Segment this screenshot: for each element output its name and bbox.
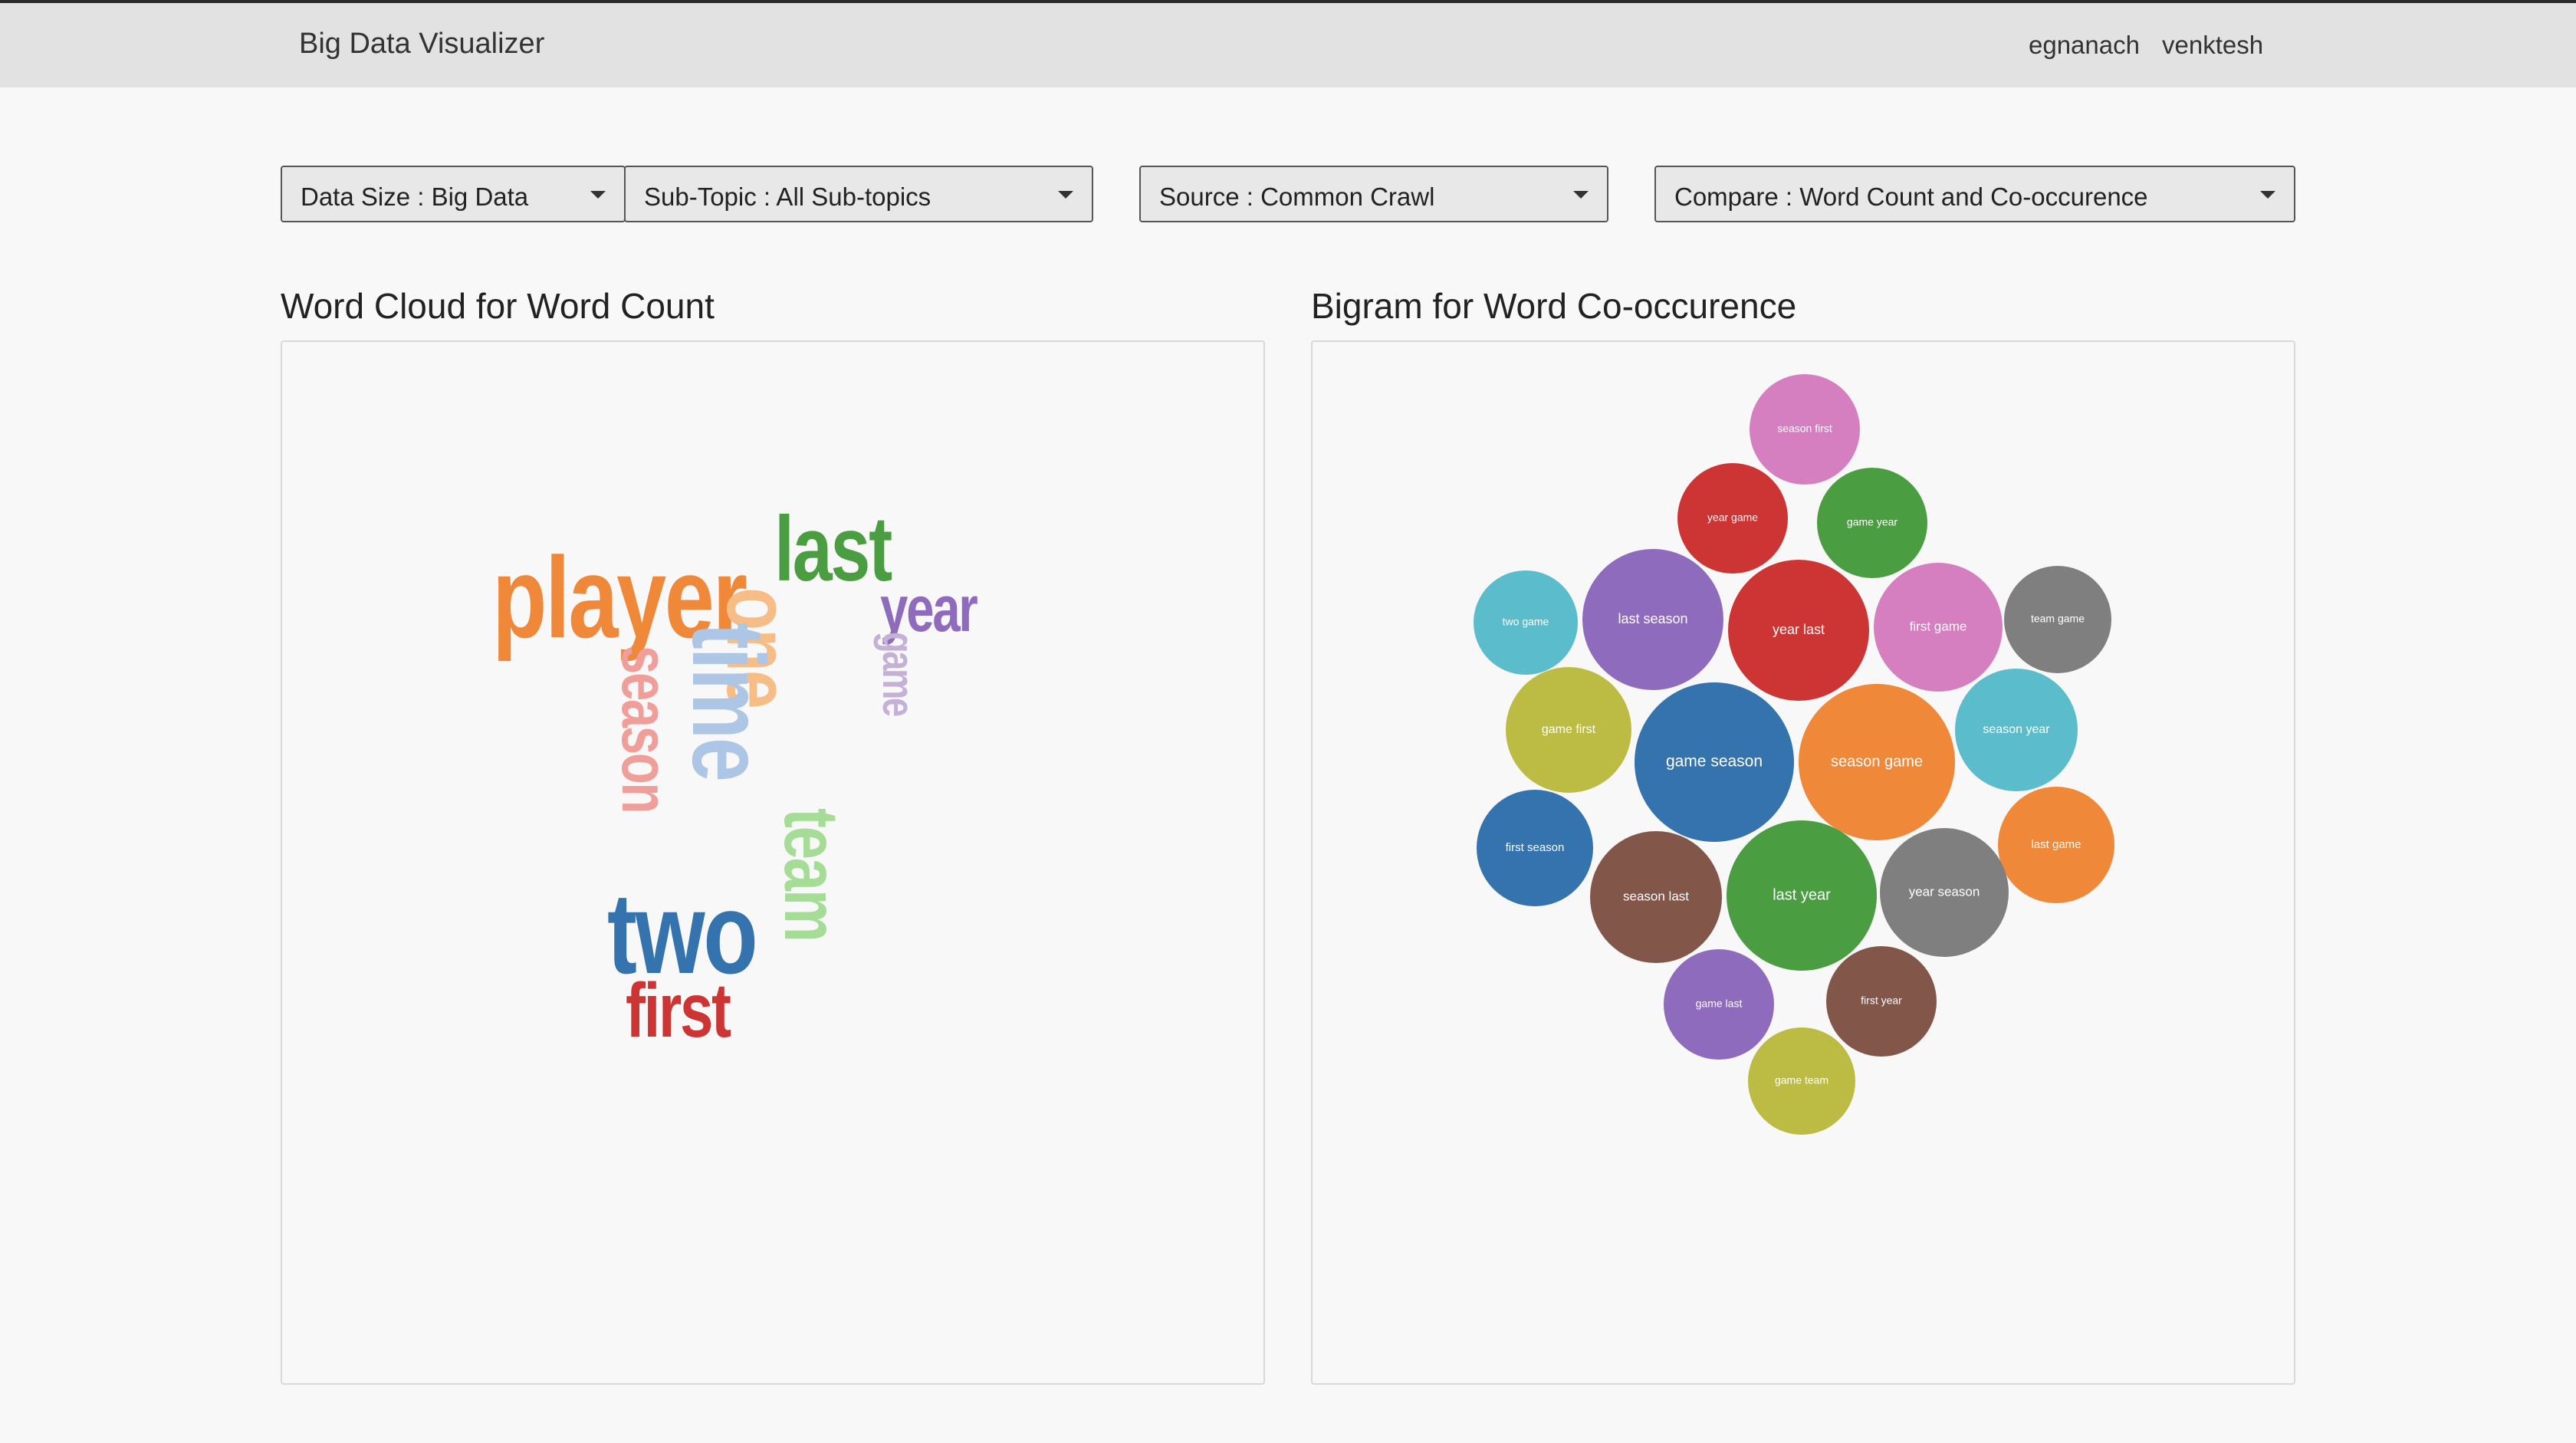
chevron-down-icon <box>590 191 606 199</box>
word-cloud-panel: player last year one game time season team two fi… <box>281 340 1265 1385</box>
bubble-label: last game <box>2031 838 2081 851</box>
bubble-label: year season <box>1909 884 1980 899</box>
bubble-label: last season <box>1618 611 1687 626</box>
bubble-label: season first <box>1777 422 1832 435</box>
bigram-panel: season first year game game year two game la… <box>1311 340 2295 1385</box>
bubble-year-game: year game <box>1677 463 1788 574</box>
bubble-first-season: first season <box>1477 790 1593 906</box>
compare-dropdown[interactable]: Compare : Word Count and Co-occurence <box>1654 166 2295 222</box>
bubble-year-season: year season <box>1880 828 2009 957</box>
bubble-last-season: last season <box>1582 549 1723 690</box>
bubble-label: season year <box>1983 723 2050 736</box>
bubble-label: year last <box>1773 622 1825 637</box>
chevron-down-icon <box>1058 191 1073 199</box>
bubble-label: team game <box>2031 613 2085 625</box>
cloud-word-time: time <box>671 623 785 781</box>
data-size-dropdown[interactable]: Data Size : Big Data <box>281 166 626 222</box>
bubble-label: game last <box>1696 998 1743 1010</box>
cloud-word-season: season <box>608 646 682 813</box>
source-dropdown[interactable]: Source : Common Crawl <box>1139 166 1608 222</box>
bubble-game-season: game season <box>1635 682 1794 842</box>
cloud-word-game: game <box>873 632 923 715</box>
bubble-season-year: season year <box>1955 669 2078 791</box>
bubble-season-game: season game <box>1799 684 1955 840</box>
bubble-label: game first <box>1542 723 1596 736</box>
chevron-down-icon <box>1573 191 1589 199</box>
bigram-bubble-chart: season first year game game year two game la… <box>1474 374 2114 1135</box>
bubble-last-game: last game <box>1998 787 2114 903</box>
bubble-year-last: year last <box>1728 560 1869 701</box>
bubble-label: two game <box>1503 616 1549 628</box>
bubble-label: game season <box>1666 753 1763 771</box>
bubble-label: game year <box>1847 516 1898 528</box>
bubble-first-game: first game <box>1874 563 2003 692</box>
bubble-label: first game <box>1910 619 1967 633</box>
compare-value: Compare : Word Count and Co-occurence <box>1674 182 2148 211</box>
bubble-last-year: last year <box>1727 820 1877 971</box>
cloud-word-team: team <box>768 808 854 941</box>
chevron-down-icon <box>2260 191 2275 199</box>
bubble-label: game team <box>1775 1074 1829 1086</box>
bubble-label: year game <box>1707 511 1758 524</box>
bubble-game-last: game last <box>1664 949 1774 1060</box>
bubble-game-year: game year <box>1817 468 1927 578</box>
bubble-season-first: season first <box>1750 374 1860 485</box>
top-navbar: Big Data Visualizer egnanach venktesh <box>0 0 2576 87</box>
bubble-label: last year <box>1773 886 1831 903</box>
bubble-team-game: team game <box>2004 566 2111 673</box>
bubble-label: first year <box>1861 994 1902 1007</box>
data-size-value: Data Size : Big Data <box>301 182 529 211</box>
cloud-word-first: first <box>626 968 731 1053</box>
sub-topic-dropdown[interactable]: Sub-Topic : All Sub-topics <box>624 166 1093 222</box>
bubble-game-team: game team <box>1748 1027 1855 1135</box>
word-cloud: player last year one game time season team two fi… <box>282 342 1263 1383</box>
bubble-label: season last <box>1623 889 1689 903</box>
bubble-game-first: game first <box>1506 667 1631 793</box>
cloud-word-last: last <box>774 498 892 600</box>
word-cloud-title: Word Cloud for Word Count <box>281 286 715 326</box>
source-value: Source : Common Crawl <box>1159 182 1435 211</box>
bubble-two-game: two game <box>1474 570 1578 675</box>
user-link-venktesh[interactable]: venktesh <box>2162 31 2263 60</box>
bubble-label: first season <box>1506 841 1565 854</box>
app-title[interactable]: Big Data Visualizer <box>299 28 544 61</box>
bubble-season-last: season last <box>1590 831 1722 963</box>
bubble-first-year: first year <box>1826 946 1937 1057</box>
bigram-title: Bigram for Word Co-occurence <box>1311 286 1797 326</box>
user-link-egnanach[interactable]: egnanach <box>2029 31 2140 60</box>
bubble-label: season game <box>1831 753 1923 770</box>
sub-topic-value: Sub-Topic : All Sub-topics <box>644 182 932 211</box>
